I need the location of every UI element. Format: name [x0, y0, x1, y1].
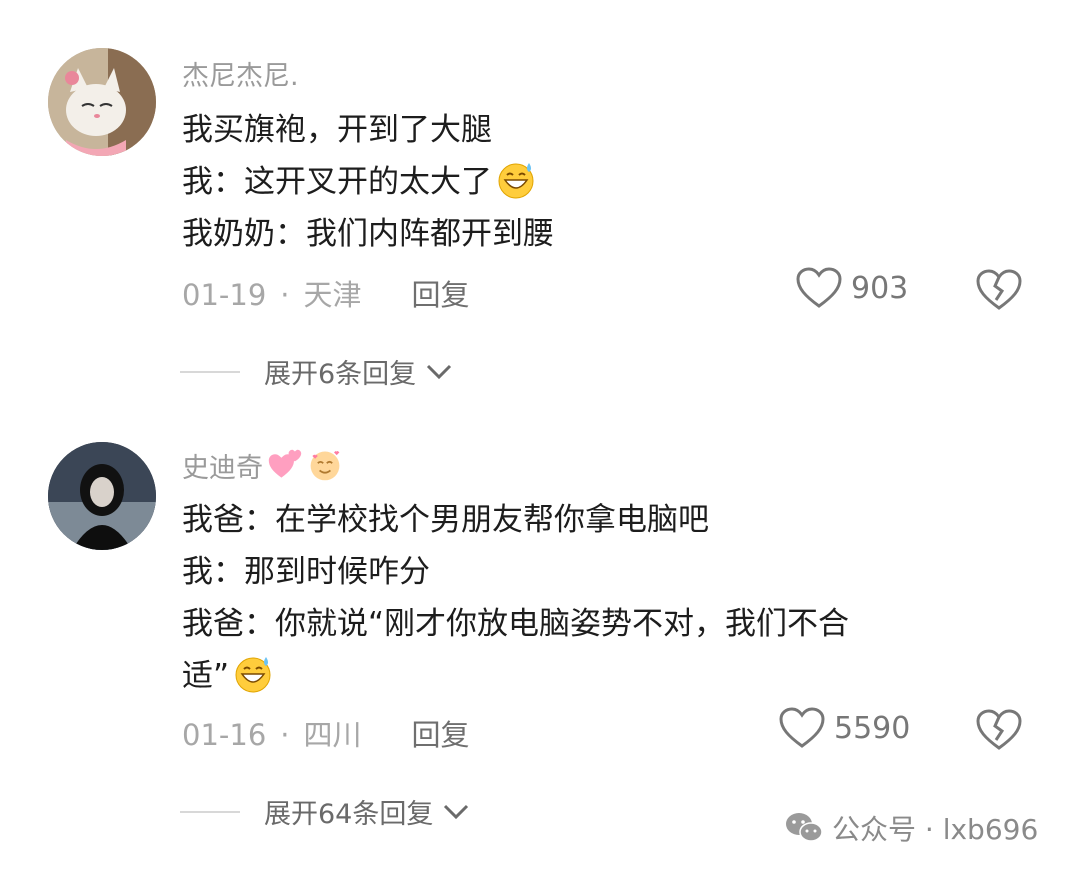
divider	[180, 810, 240, 813]
comment-date: 01-19	[182, 278, 267, 312]
comment-meta: 01-19 · 天津 回复	[182, 278, 470, 312]
comment-text: 我买旗袍，开到了大腿 我：这开叉开的太大了 我奶奶：我们内阵都开到腰	[182, 104, 1002, 260]
expand-replies-button[interactable]: 展开64条回复	[180, 792, 471, 831]
comment-text: 我爸：在学校找个男朋友帮你拿电脑吧 我：那到时候咋分 我爸：你就说“刚才你放电脑…	[182, 494, 1002, 702]
comment-meta: 01-16 · 四川 回复	[182, 718, 470, 752]
like-count: 5590	[834, 710, 911, 746]
comment-item: 史迪奇 我爸：在学校找个男朋友帮你拿电脑吧 我：那到时候咋分 我爸：你就说“刚才…	[0, 440, 1080, 869]
like-button[interactable]: 903	[795, 266, 908, 310]
comment-line-text: 适”	[182, 658, 230, 694]
avatar[interactable]	[48, 442, 156, 550]
expand-replies-button[interactable]: 展开6条回复	[180, 352, 454, 391]
expand-replies-label: 展开64条回复	[264, 799, 434, 830]
like-count: 903	[851, 270, 909, 306]
chevron-down-icon	[427, 364, 452, 379]
broken-heart-icon[interactable]	[975, 708, 1023, 752]
username[interactable]: 杰尼杰尼.	[182, 54, 299, 93]
heart-outline-icon	[779, 707, 825, 748]
wechat-icon	[786, 813, 823, 842]
chevron-down-icon	[444, 804, 469, 819]
comment-item: 杰尼杰尼. 我买旗袍，开到了大腿 我：这开叉开的太大了 我奶奶：我们内阵都开到腰…	[0, 0, 1080, 440]
comment-location: 四川	[303, 718, 362, 752]
comment-line: 我爸：你就说“刚才你放电脑姿势不对，我们不合	[182, 606, 850, 642]
avatar[interactable]	[48, 48, 156, 156]
comment-line: 我买旗袍，开到了大腿	[182, 112, 492, 148]
smiling-hearts-emoji	[310, 451, 340, 481]
comment-line: 我：那到时候咋分	[182, 554, 430, 590]
comment-line: 我爸：在学校找个男朋友帮你拿电脑吧	[182, 502, 709, 538]
broken-heart-icon[interactable]	[975, 268, 1023, 312]
username[interactable]: 史迪奇	[182, 446, 343, 485]
comment-location: 天津	[303, 278, 362, 312]
comment-line: 我：这开叉开的太大了	[182, 156, 1002, 208]
like-button[interactable]: 5590	[778, 706, 910, 750]
watermark-text: 公众号 · lxb696	[832, 813, 1039, 846]
heart-outline-icon	[796, 267, 842, 308]
reply-button[interactable]: 回复	[412, 718, 470, 752]
reply-button[interactable]: 回复	[412, 278, 470, 312]
sweat-smile-emoji	[235, 657, 271, 693]
comment-line: 我奶奶：我们内阵都开到腰	[182, 216, 554, 252]
divider	[180, 370, 240, 373]
comment-line: 适”	[182, 650, 1002, 702]
comment-line-text: 我：这开叉开的太大了	[182, 164, 492, 200]
expand-replies-label: 展开6条回复	[264, 359, 417, 390]
two-hearts-emoji	[268, 449, 302, 478]
watermark: 公众号 · lxb696	[784, 808, 1038, 848]
comment-date: 01-16	[182, 718, 267, 752]
sweat-smile-emoji	[498, 163, 534, 199]
